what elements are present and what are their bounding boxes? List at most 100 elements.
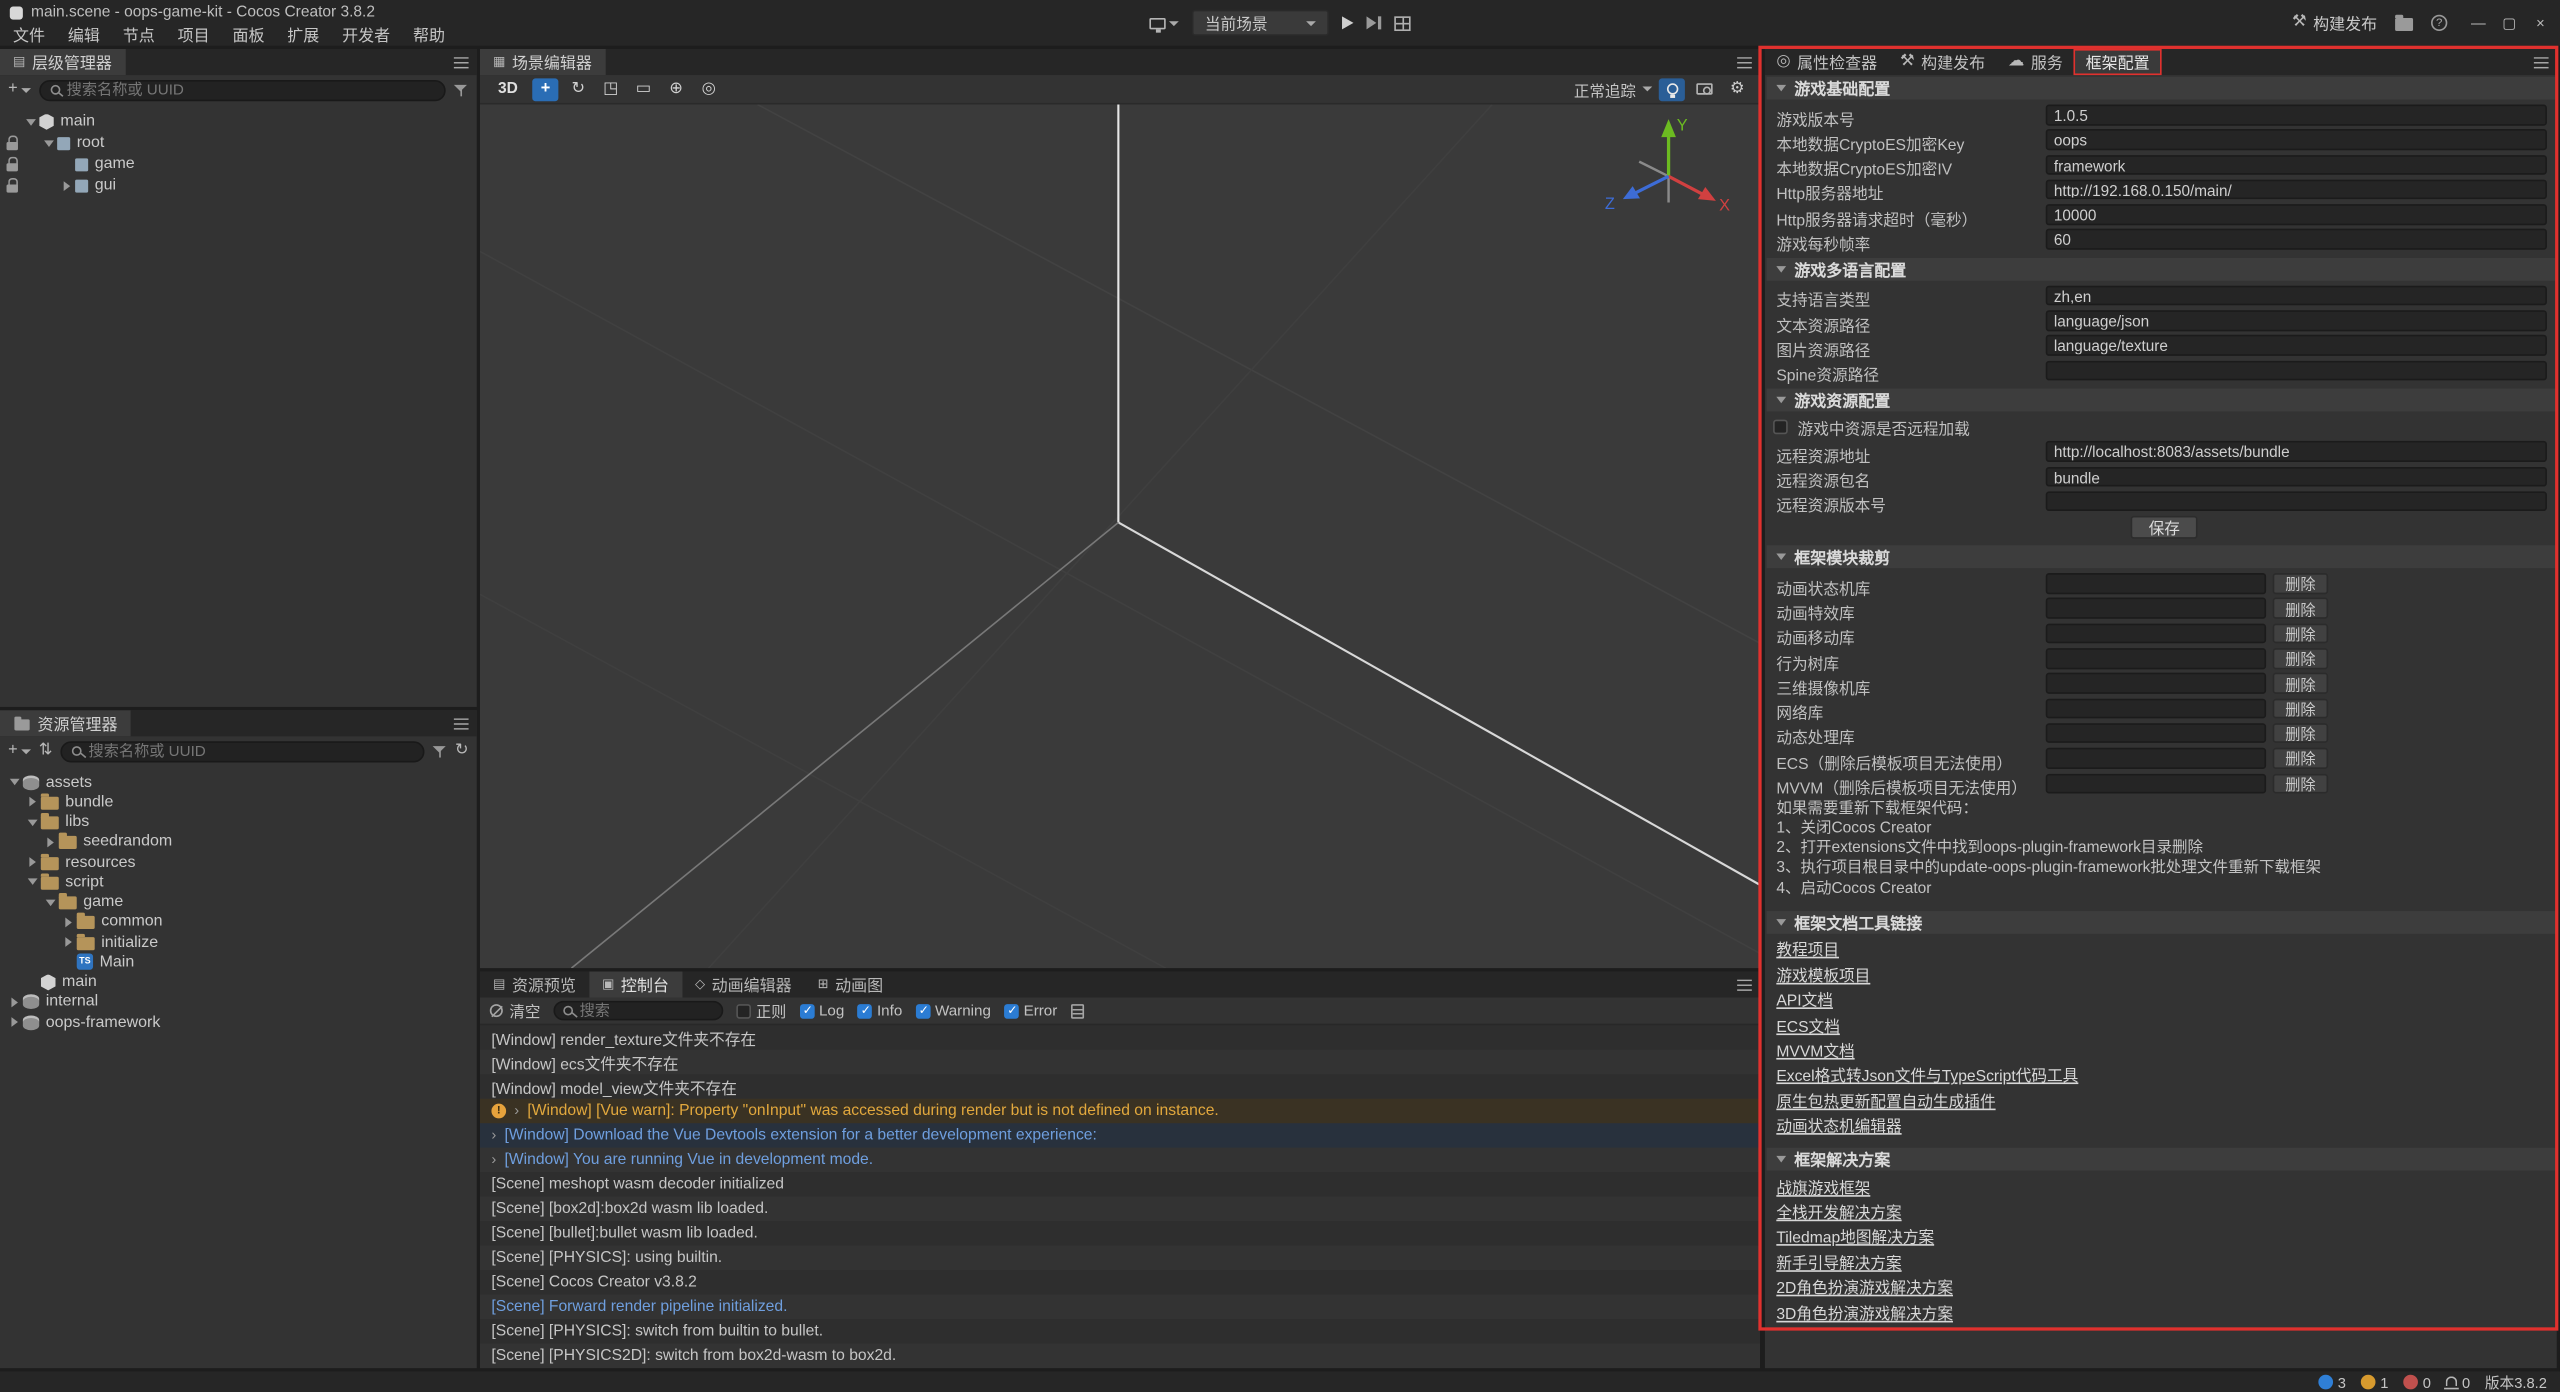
lock-icon[interactable] [0, 158, 23, 171]
log-row[interactable]: [Scene] [bullet]:bullet wasm lib loaded. [480, 1221, 1760, 1245]
log-row-info[interactable]: ›[Window] Download the Vue Devtools exte… [480, 1123, 1760, 1147]
module-input[interactable] [2046, 648, 2266, 668]
delete-module-button[interactable]: 删除 [2273, 723, 2329, 743]
solution-link[interactable]: 全栈开发解决方案 [1776, 1200, 1901, 1223]
module-input[interactable] [2046, 773, 2266, 793]
expand-arrow-icon[interactable] [7, 779, 23, 786]
section-language[interactable]: 游戏多语言配置 [1767, 258, 2556, 281]
section-modules[interactable]: 框架模块裁剪 [1767, 546, 2556, 569]
axis-gizmo[interactable]: Y X Z [1600, 108, 1737, 235]
expand-arrow-icon[interactable] [23, 118, 39, 125]
delete-module-button[interactable]: 删除 [2273, 598, 2329, 618]
lock-icon[interactable] [0, 179, 23, 192]
tab-animation-graph[interactable]: ⊞动画图 [805, 971, 897, 997]
remote-url-input[interactable]: http://localhost:8083/assets/bundle [2046, 441, 2547, 461]
menu-project[interactable]: 项目 [166, 23, 221, 46]
tab-property-inspector[interactable]: ◎属性检查器 [1765, 49, 1889, 75]
asset-node-initialize[interactable]: initialize [7, 932, 477, 952]
maximize-button[interactable]: ▢ [2496, 8, 2522, 37]
console-search[interactable] [553, 1001, 723, 1021]
doc-link[interactable]: 动画状态机编辑器 [1776, 1114, 1901, 1137]
filter-error-checkbox[interactable]: Error [1004, 1002, 1057, 1018]
log-row[interactable]: [Scene] [PHYSICS]: using builtin. [480, 1246, 1760, 1270]
expand-arrow-icon[interactable] [7, 997, 23, 1007]
notification-bell[interactable]: 0 [2446, 1374, 2471, 1390]
scene-camera-button[interactable] [1691, 78, 1717, 101]
asset-node-main-ts[interactable]: Main [7, 952, 477, 972]
asset-node-bundle[interactable]: bundle [7, 792, 477, 812]
scene-light-toggle[interactable] [1659, 78, 1685, 101]
section-solutions[interactable]: 框架解决方案 [1767, 1148, 2556, 1171]
tab-services[interactable]: ☁服务 [1997, 49, 2075, 75]
tab-console[interactable]: ▣控制台 [589, 971, 682, 997]
menu-panel[interactable]: 面板 [221, 23, 276, 46]
hierarchy-filter-button[interactable] [454, 82, 469, 97]
delete-module-button[interactable]: 删除 [2273, 623, 2329, 643]
delete-module-button[interactable]: 删除 [2273, 648, 2329, 668]
log-row[interactable]: [Scene] meshopt wasm decoder initialized [480, 1172, 1760, 1196]
panel-menu-button[interactable] [2524, 49, 2557, 75]
tab-asset-preview[interactable]: ▤资源预览 [480, 971, 589, 997]
filter-warning-checkbox[interactable]: Warning [915, 1002, 991, 1018]
move-tool-button[interactable]: + [532, 78, 558, 101]
regex-checkbox[interactable]: 正则 [736, 999, 786, 1022]
open-project-folder-button[interactable] [2395, 16, 2413, 31]
hierarchy-panel-tab[interactable]: ▤层级管理器 [0, 49, 125, 75]
expand-arrow-icon[interactable] [7, 1017, 23, 1027]
module-input[interactable] [2046, 573, 2266, 593]
scene-panel-tab[interactable]: ▦场景编辑器 [480, 49, 605, 75]
expand-arrow-icon[interactable] [24, 819, 40, 826]
remote-bundle-input[interactable]: bundle [2046, 466, 2547, 486]
section-resource[interactable]: 游戏资源配置 [1767, 389, 2556, 412]
layout-button[interactable] [1393, 16, 1409, 31]
assets-search-input[interactable] [89, 743, 413, 759]
pivot-toggle-button[interactable]: ◎ [696, 78, 722, 101]
hierarchy-node-gui[interactable]: gui [0, 175, 477, 196]
open-log-file-button[interactable] [1070, 1003, 1083, 1018]
log-row[interactable]: [Scene] Forward render pipeline initiali… [480, 1295, 1760, 1319]
doc-link[interactable]: ECS文档 [1776, 1013, 1840, 1036]
doc-link[interactable]: 游戏模板项目 [1776, 963, 1870, 986]
sort-assets-button[interactable]: ⇅ [39, 743, 53, 759]
info-count[interactable]: 3 [2318, 1374, 2346, 1390]
gizmo-space-button[interactable]: ⊕ [663, 78, 689, 101]
delete-module-button[interactable]: 删除 [2273, 698, 2329, 718]
warning-count[interactable]: 1 [2361, 1374, 2389, 1390]
log-row[interactable]: [Scene] [box2d]:box2d wasm lib loaded. [480, 1197, 1760, 1221]
build-publish-button[interactable]: ⚒构建发布 [2292, 11, 2377, 34]
log-row[interactable]: [Scene] [PHYSICS2D]: switch from box2d-w… [480, 1344, 1760, 1368]
spine-path-input[interactable] [2046, 360, 2547, 380]
assets-search[interactable] [61, 740, 424, 761]
help-button[interactable] [2431, 15, 2447, 31]
step-button[interactable] [1367, 16, 1381, 29]
section-game-basic[interactable]: 游戏基础配置 [1767, 77, 2556, 100]
doc-link[interactable]: Excel格式转Json文件与TypeScript代码工具 [1776, 1064, 2078, 1087]
expand-arrow-icon[interactable] [60, 917, 76, 927]
asset-node-common[interactable]: common [7, 912, 477, 932]
play-button[interactable] [1342, 16, 1353, 29]
expand-arrow-icon[interactable] [41, 140, 57, 147]
expand-arrow-icon[interactable] [60, 937, 76, 947]
asset-node-internal[interactable]: internal [7, 992, 477, 1012]
scene-settings-button[interactable]: ⚙ [1724, 78, 1750, 101]
asset-node-seedrandom[interactable]: seedrandom [7, 832, 477, 852]
remote-version-input[interactable] [2046, 491, 2547, 511]
delete-module-button[interactable]: 删除 [2273, 573, 2329, 593]
console-search-input[interactable] [580, 1002, 714, 1018]
launch-scene-dropdown[interactable]: 当前场景 [1192, 10, 1329, 36]
hierarchy-search-input[interactable] [67, 82, 435, 98]
module-input[interactable] [2046, 673, 2266, 693]
menu-extension[interactable]: 扩展 [276, 23, 331, 46]
module-input[interactable] [2046, 623, 2266, 643]
languages-input[interactable]: zh,en [2046, 285, 2547, 305]
asset-node-oops-framework[interactable]: oops-framework [7, 1012, 477, 1032]
game-version-input[interactable]: 1.0.5 [2046, 104, 2547, 124]
asset-node-resources[interactable]: resources [7, 852, 477, 872]
scene-viewport[interactable]: Y X Z [480, 104, 1760, 968]
crypto-iv-input[interactable]: framework [2046, 154, 2547, 174]
asset-node-script[interactable]: script [7, 872, 477, 892]
remote-load-checkbox[interactable] [1773, 420, 1788, 435]
assets-panel-tab[interactable]: 资源管理器 [0, 710, 131, 736]
panel-menu-button[interactable] [1727, 971, 1760, 997]
http-timeout-input[interactable]: 10000 [2046, 204, 2547, 224]
